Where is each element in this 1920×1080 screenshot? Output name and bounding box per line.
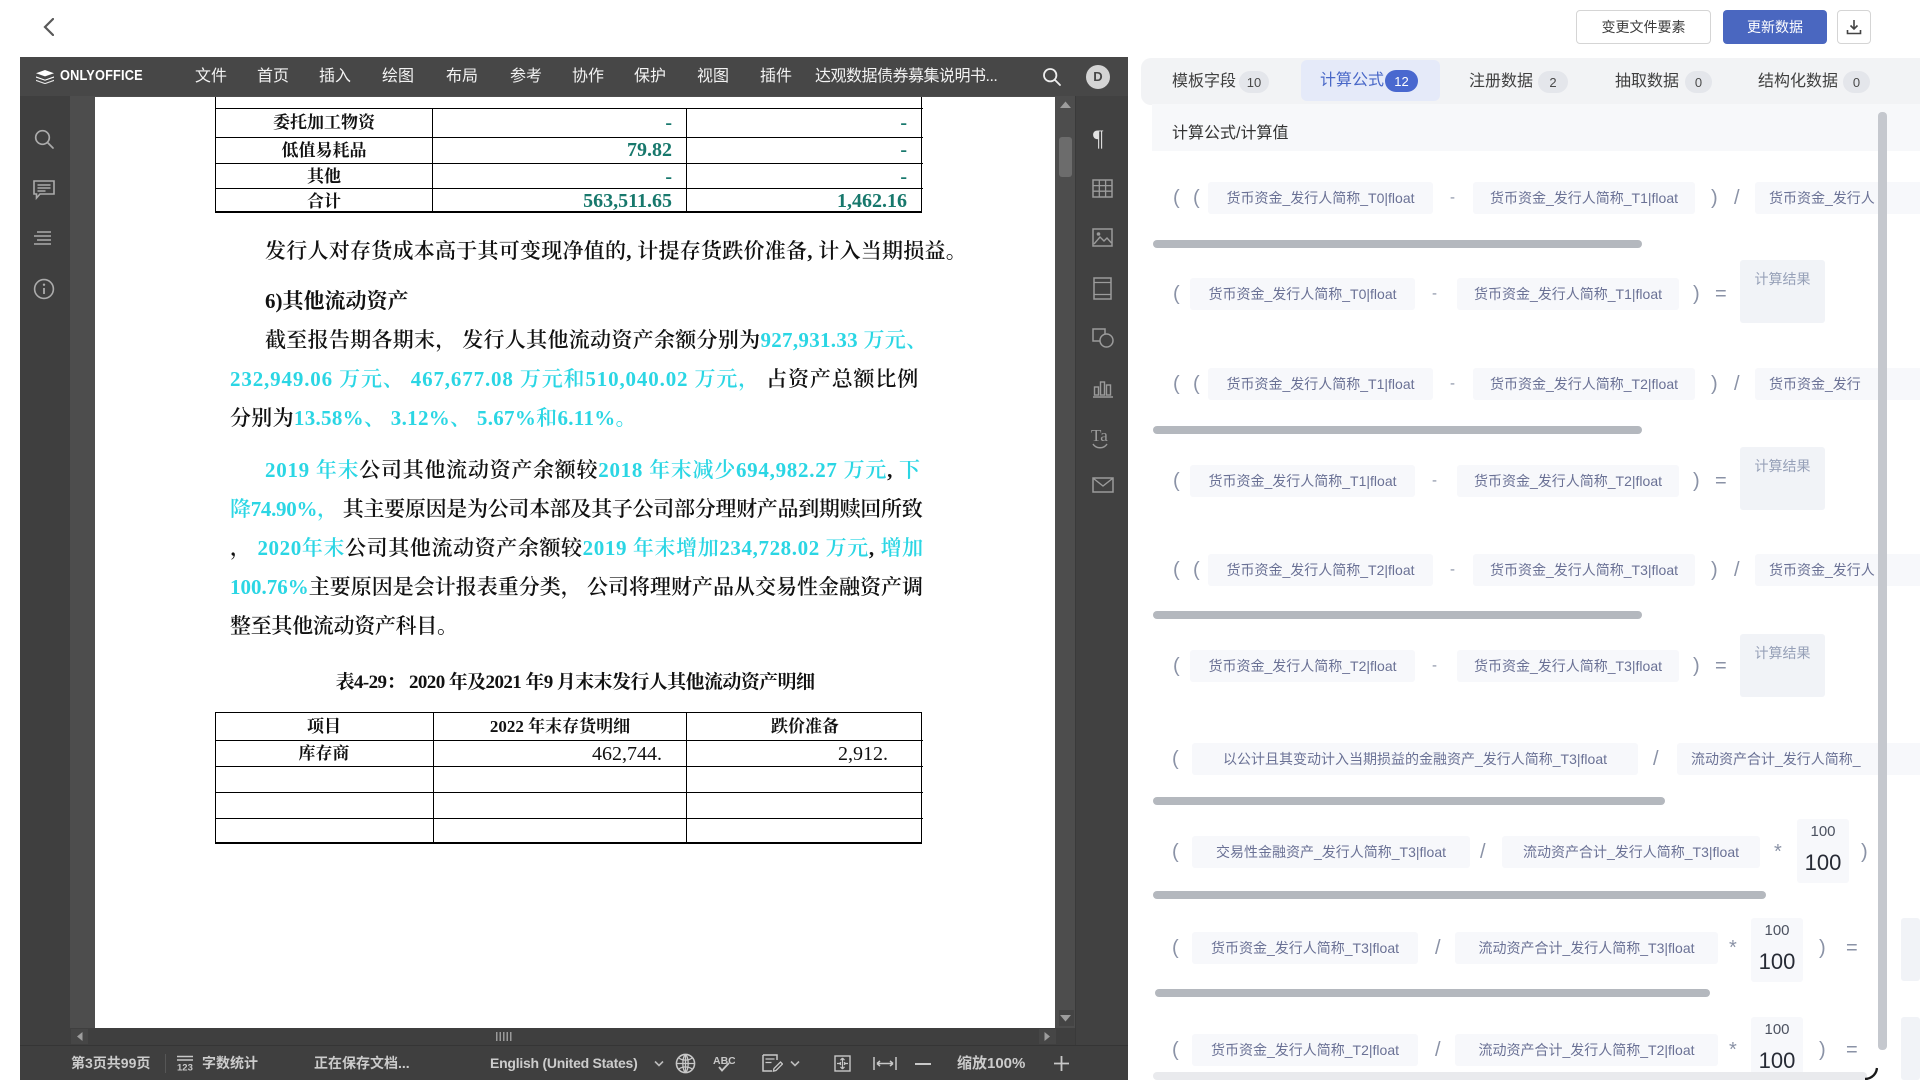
svg-text:123: 123: [177, 1063, 193, 1073]
svg-text:ABC: ABC: [713, 1055, 735, 1067]
